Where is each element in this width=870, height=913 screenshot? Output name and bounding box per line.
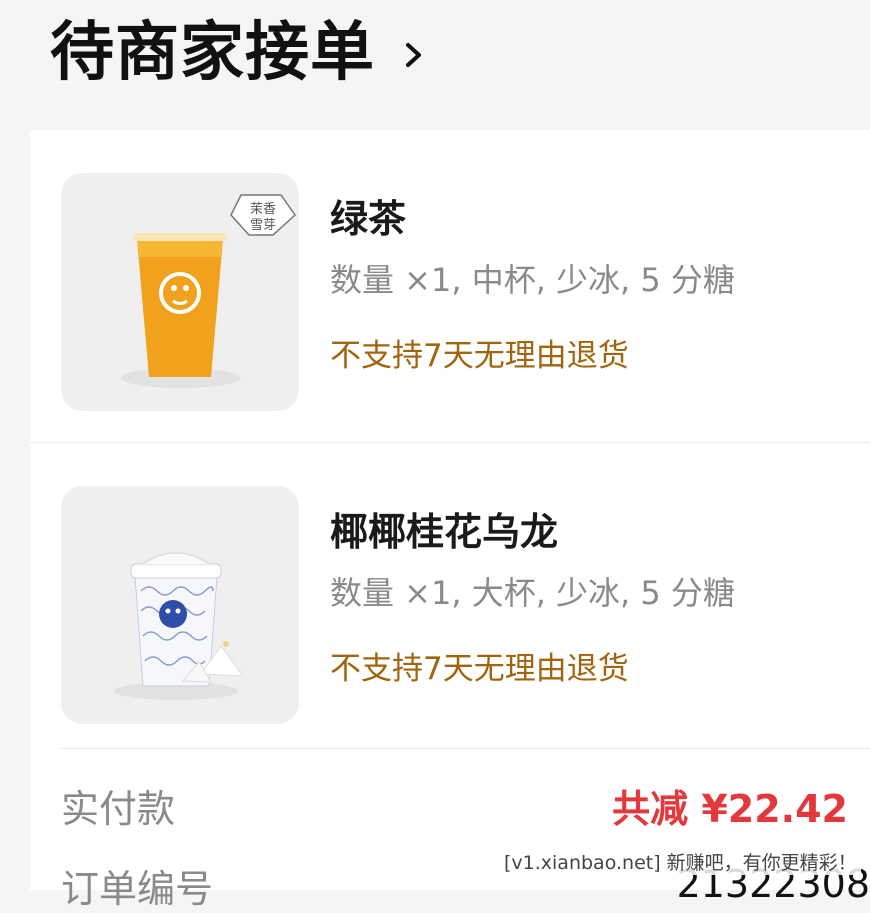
discount-amount: 共减 ¥22.42 <box>612 787 848 831</box>
chevron-right-icon[interactable] <box>399 40 429 70</box>
watermark-text: [v1.xianbao.net] 新赚吧，有你更精彩！ <box>500 848 861 875</box>
page-header[interactable]: 待商家接单 <box>50 14 429 92</box>
product-name: 绿茶 <box>330 197 407 241</box>
paid-amount-label: 实付款 <box>61 787 176 831</box>
order-card: 茉香 雪芽 绿茶 数量 ×1, 中杯, 少冰, 5 分糖 不支持7天无理由退货 <box>30 130 870 911</box>
section-divider <box>60 748 870 749</box>
product-image-coconut-osmanthus-oolong[interactable] <box>61 486 299 724</box>
return-policy-notice: 不支持7天无理由退货 <box>330 338 629 374</box>
product-item[interactable]: 茉香 雪芽 绿茶 数量 ×1, 中杯, 少冰, 5 分糖 不支持7天无理由退货 <box>30 130 870 442</box>
product-item[interactable]: 椰椰桂花乌龙 数量 ×1, 大杯, 少冰, 5 分糖 不支持7天无理由退货 <box>30 442 870 755</box>
product-spec: 数量 ×1, 中杯, 少冰, 5 分糖 <box>330 261 735 299</box>
badge-line1: 茉香 <box>250 202 276 217</box>
badge-line2: 雪芽 <box>250 218 276 233</box>
product-name: 椰椰桂花乌龙 <box>330 510 559 554</box>
return-policy-notice: 不支持7天无理由退货 <box>330 651 629 687</box>
order-status-title[interactable]: 待商家接单 <box>50 21 375 85</box>
product-image-green-tea[interactable]: 茉香 雪芽 <box>61 173 299 411</box>
product-spec: 数量 ×1, 大杯, 少冰, 5 分糖 <box>330 574 735 612</box>
order-number-label: 订单编号 <box>61 867 214 911</box>
